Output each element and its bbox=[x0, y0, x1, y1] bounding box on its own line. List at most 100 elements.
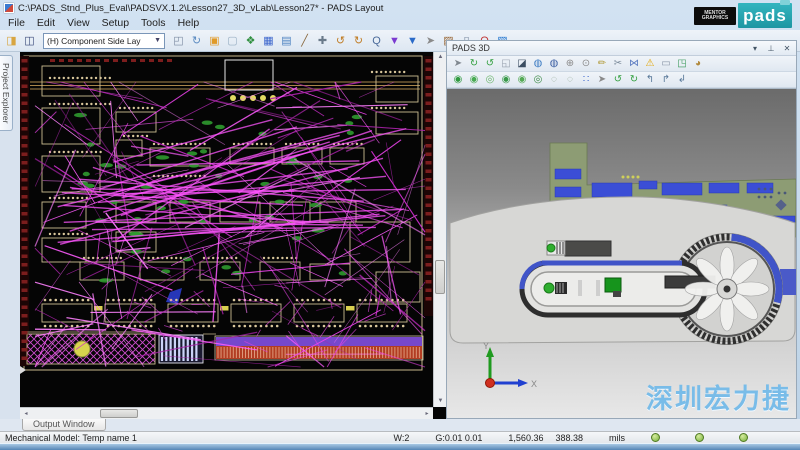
undo-view-icon[interactable]: ↺ bbox=[611, 72, 625, 87]
zoom-in-3d-icon[interactable]: ⊕ bbox=[563, 56, 577, 71]
status-units: mils bbox=[609, 433, 625, 443]
pads-layout-window: C:\PADS_Stnd_Plus_Eval\PADSVX.1.2\Lesson… bbox=[0, 0, 800, 450]
cross-section-icon[interactable]: ✂ bbox=[611, 56, 625, 71]
horizontal-scrollbar[interactable]: ◂ ▸ bbox=[20, 407, 433, 419]
hscroll-thumb[interactable] bbox=[100, 409, 138, 418]
pcb-2d-canvas[interactable] bbox=[20, 52, 433, 407]
vertical-scrollbar[interactable]: ▲ ▼ bbox=[433, 52, 446, 407]
pads-logo: pads bbox=[738, 3, 792, 28]
status-orb-icon[interactable] bbox=[651, 433, 660, 442]
sphere-zoom-icon[interactable]: ◎ bbox=[483, 72, 497, 87]
undo-icon[interactable]: ↺ bbox=[333, 33, 348, 49]
snapshot-icon[interactable]: ▭ bbox=[659, 56, 673, 71]
panel-buttons: ▾ ⊥ ✕ bbox=[750, 41, 792, 57]
board-setup-icon[interactable]: ▣ bbox=[207, 33, 222, 49]
menu-file[interactable]: File bbox=[8, 17, 25, 29]
menu-bar: File Edit View Setup Tools Help bbox=[0, 16, 690, 30]
component-block-3d bbox=[547, 241, 611, 256]
status-coord-y: 388.38 bbox=[555, 433, 583, 443]
menu-tools[interactable]: Tools bbox=[141, 17, 166, 29]
sphere-rotate-icon[interactable]: ◉ bbox=[467, 72, 481, 87]
flip-up-icon[interactable]: ↰ bbox=[643, 72, 657, 87]
pick-icon[interactable]: ➤ bbox=[595, 72, 609, 87]
title-bar: C:\PADS_Stnd_Plus_Eval\PADSVX.1.2\Lesson… bbox=[0, 0, 800, 16]
zoom-fit-3d-icon[interactable]: ⊙ bbox=[579, 56, 593, 71]
move-icon[interactable]: ✚ bbox=[315, 33, 330, 49]
pads-3d-toolbar-2: ◉◉◎◉◉◎◌◌∷➤↺↻↰↱↲ bbox=[447, 72, 796, 88]
route-icon[interactable]: ◰ bbox=[171, 33, 186, 49]
status-orb-icon[interactable] bbox=[739, 433, 748, 442]
orbit-3d-icon[interactable]: ↺ bbox=[483, 56, 497, 71]
redo-icon[interactable]: ↻ bbox=[351, 33, 366, 49]
chevron-down-icon: ▼ bbox=[154, 37, 161, 44]
zoom-icon[interactable]: Q bbox=[369, 33, 384, 49]
spin-x-icon[interactable]: ◉ bbox=[499, 72, 513, 87]
view-plane-icon[interactable]: ◱ bbox=[499, 56, 513, 71]
sheet-icon[interactable]: ▢ bbox=[225, 33, 240, 49]
select-3d-icon[interactable]: ➤ bbox=[451, 56, 465, 71]
dfa-warning-icon[interactable]: ⚠ bbox=[643, 56, 657, 71]
export-3d-icon[interactable]: ◳ bbox=[675, 56, 689, 71]
menu-edit[interactable]: Edit bbox=[37, 17, 55, 29]
roll-left-icon[interactable]: ◌ bbox=[547, 72, 561, 87]
bottom-tab-row: Output Window bbox=[0, 419, 800, 431]
status-bar: Mechanical Model: Temp name 1 W:2 G:0.01… bbox=[0, 431, 800, 443]
axis-y-label: Y bbox=[483, 341, 489, 351]
flip-down-icon[interactable]: ↱ bbox=[659, 72, 673, 87]
menu-help[interactable]: Help bbox=[178, 17, 200, 29]
menu-view[interactable]: View bbox=[67, 17, 90, 29]
status-width: W:2 bbox=[394, 433, 410, 443]
layout-2d-view[interactable]: ▲ ▼ ◂ ▸ bbox=[20, 52, 446, 419]
pads-3d-toolbar-1: ➤↻↺◱◪◍◍⊕⊙✏✂⋈⚠▭◳◕ bbox=[447, 56, 796, 72]
spin-z-icon[interactable]: ◎ bbox=[531, 72, 545, 87]
pads-3d-titlebar[interactable]: PADS 3D ▾ ⊥ ✕ bbox=[447, 41, 796, 56]
options-3d-icon[interactable]: ◕ bbox=[691, 56, 705, 71]
collision-check-icon[interactable]: ⋈ bbox=[627, 56, 641, 71]
pads-3d-title: PADS 3D bbox=[452, 43, 490, 53]
watermark-text: 深圳宏力捷 bbox=[646, 377, 791, 416]
layer-dropdown[interactable]: (H) Component Side Lay ▼ bbox=[43, 33, 165, 49]
pointer-icon[interactable]: ➤ bbox=[423, 33, 438, 49]
axis-x-label: X bbox=[531, 379, 537, 389]
flip-left-icon[interactable]: ↲ bbox=[675, 72, 689, 87]
scene-3d[interactable]: Y X bbox=[447, 89, 796, 418]
tab-project-explorer[interactable]: Project Explorer bbox=[0, 55, 13, 131]
status-model: Mechanical Model: Temp name 1 bbox=[0, 433, 137, 443]
open-file-icon[interactable]: ◨ bbox=[4, 33, 19, 49]
rotate-3d-icon[interactable]: ↻ bbox=[467, 56, 481, 71]
panel-menu-icon[interactable]: ▾ bbox=[750, 41, 760, 57]
view-3d-viewport[interactable]: Y X 深圳宏力捷 bbox=[447, 88, 796, 418]
filter-layers-icon[interactable]: ▼ bbox=[405, 33, 420, 49]
sphere-pan-icon[interactable]: ◉ bbox=[451, 72, 465, 87]
file-icon-group: ◨◫ bbox=[4, 33, 37, 49]
window-bottom-edge bbox=[0, 443, 800, 450]
measure-icon[interactable]: ╱ bbox=[297, 33, 312, 49]
redo-view-icon[interactable]: ↻ bbox=[627, 72, 641, 87]
status-orb-icon[interactable] bbox=[695, 433, 704, 442]
status-grid: G:0.01 0.01 bbox=[435, 433, 482, 443]
view-board-icon[interactable]: ◪ bbox=[515, 56, 529, 71]
display-colors-icon[interactable]: ▤ bbox=[279, 33, 294, 49]
grid-icon[interactable]: ▦ bbox=[261, 33, 276, 49]
measure-3d-icon[interactable]: ✏ bbox=[595, 56, 609, 71]
panel-pin-icon[interactable]: ⊥ bbox=[766, 41, 776, 57]
panel-close-icon[interactable]: ✕ bbox=[782, 41, 792, 57]
refresh-view-icon[interactable]: ↻ bbox=[189, 33, 204, 49]
save-file-icon[interactable]: ◫ bbox=[22, 33, 37, 49]
layer-dropdown-value: (H) Component Side Lay bbox=[47, 36, 141, 46]
tab-output-window[interactable]: Output Window bbox=[22, 419, 106, 431]
window-title: C:\PADS_Stnd_Plus_Eval\PADSVX.1.2\Lesson… bbox=[18, 3, 383, 14]
status-orbs bbox=[651, 433, 774, 442]
eco-icon[interactable]: ❖ bbox=[243, 33, 258, 49]
spin-y-icon[interactable]: ◉ bbox=[515, 72, 529, 87]
left-tab-strip: Project Explorer bbox=[0, 52, 20, 419]
grid-snap-icon[interactable]: ∷ bbox=[579, 72, 593, 87]
status-coord-x: 1,560.36 bbox=[508, 433, 543, 443]
menu-setup[interactable]: Setup bbox=[102, 17, 129, 29]
view-bottom-icon[interactable]: ◍ bbox=[547, 56, 561, 71]
vscroll-thumb[interactable] bbox=[435, 260, 445, 294]
app-icon bbox=[4, 3, 14, 13]
roll-right-icon[interactable]: ◌ bbox=[563, 72, 577, 87]
filter-nets-icon[interactable]: ▼ bbox=[387, 33, 402, 49]
view-top-icon[interactable]: ◍ bbox=[531, 56, 545, 71]
